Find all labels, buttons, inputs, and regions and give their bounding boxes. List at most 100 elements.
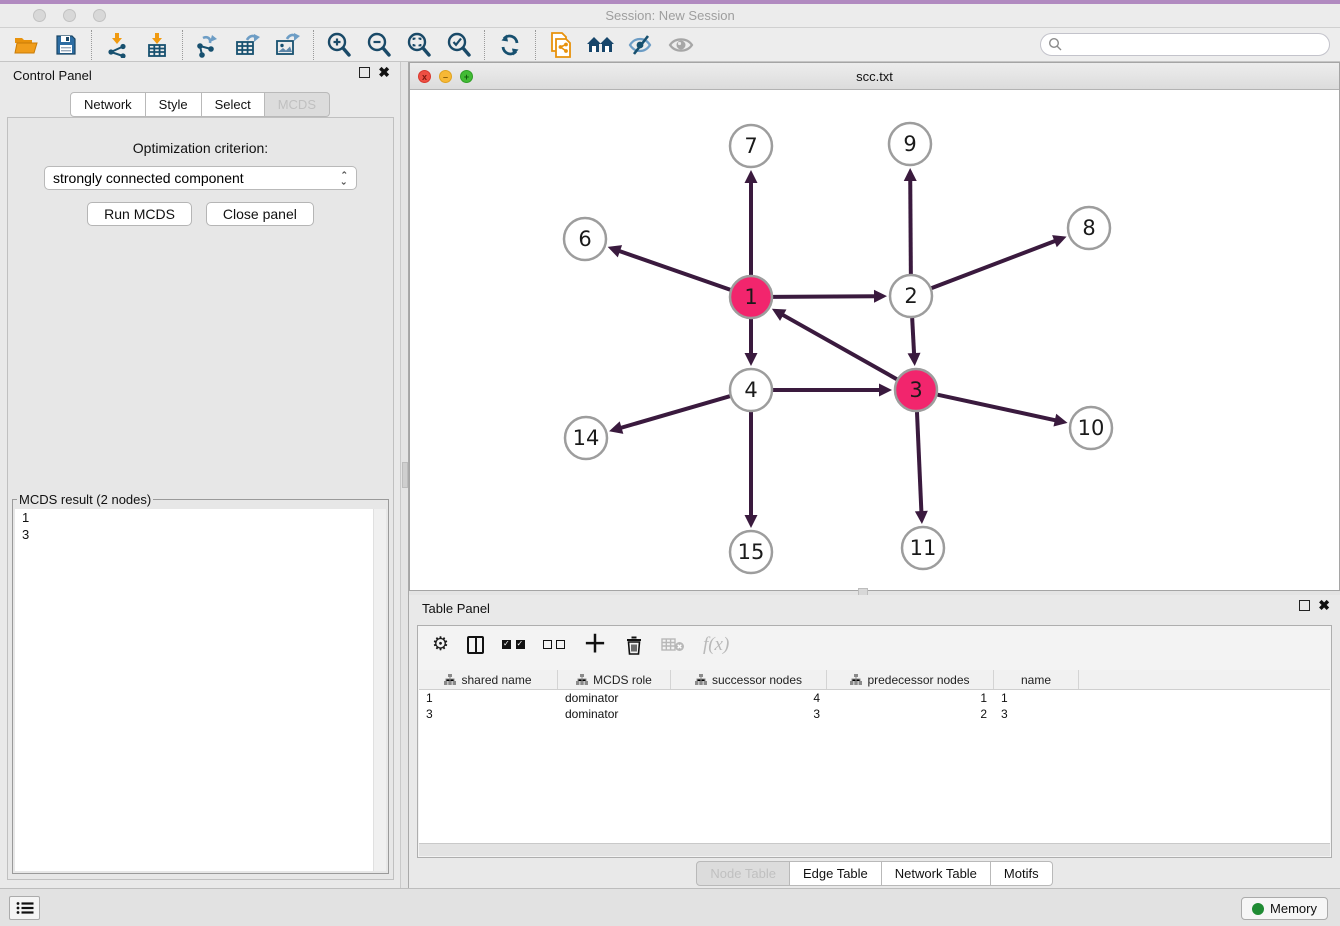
app-titlebar: Session: New Session: [0, 4, 1340, 28]
select-all-icon[interactable]: [502, 636, 524, 654]
graph-node-label: 2: [904, 284, 917, 308]
cell-name[interactable]: 3: [994, 706, 1079, 722]
column-header-successor-nodes[interactable]: successor nodes: [671, 670, 827, 689]
zoom-fit-icon[interactable]: [399, 30, 439, 60]
vertical-splitter-handle[interactable]: [402, 462, 408, 488]
import-network-icon[interactable]: [97, 30, 137, 60]
graph-node-6[interactable]: 6: [564, 218, 606, 260]
apply-layout-icon[interactable]: [490, 30, 530, 60]
import-table-icon[interactable]: [137, 30, 177, 60]
tab-mcds[interactable]: MCDS: [265, 92, 330, 117]
table-row[interactable]: 1 dominator 4 1 1: [419, 690, 1330, 706]
cell-mcds-role[interactable]: dominator: [558, 690, 671, 706]
float-table-panel-icon[interactable]: [1299, 600, 1310, 611]
table-horizontal-scrollbar[interactable]: [419, 843, 1330, 856]
column-header-mcds-role[interactable]: MCDS role: [558, 670, 671, 689]
memory-button[interactable]: Memory: [1241, 897, 1328, 920]
network-window-titlebar[interactable]: x – + scc.txt: [410, 63, 1339, 90]
cell-predecessor-nodes[interactable]: 2: [827, 706, 994, 722]
graph-edge-3-11[interactable]: [917, 412, 922, 514]
graph-node-2[interactable]: 2: [890, 275, 932, 317]
graph-node-label: 9: [903, 132, 916, 156]
search-box[interactable]: [1040, 33, 1330, 56]
graph-edge-2-3[interactable]: [912, 318, 914, 356]
tab-style[interactable]: Style: [146, 92, 202, 117]
table-settings-gear-icon[interactable]: ⚙: [432, 635, 449, 655]
delete-column-trash-icon[interactable]: [625, 635, 643, 655]
cell-successor-nodes[interactable]: 3: [671, 706, 827, 722]
zoom-out-icon[interactable]: [359, 30, 399, 60]
duplicate-network-icon[interactable]: [541, 30, 581, 60]
table-panel: Table Panel ✖ ⚙ ＋ f(x) shared name: [409, 595, 1340, 886]
export-table-icon[interactable]: [228, 30, 268, 60]
graph-edge-1-6[interactable]: [617, 250, 730, 290]
column-header-predecessor-nodes[interactable]: predecessor nodes: [827, 670, 994, 689]
delete-table-icon: [661, 637, 685, 653]
tab-select[interactable]: Select: [202, 92, 265, 117]
save-session-icon[interactable]: [46, 30, 86, 60]
close-panel-button[interactable]: Close panel: [206, 202, 314, 226]
graph-node-label: 4: [744, 378, 757, 402]
tab-motifs[interactable]: Motifs: [991, 861, 1053, 886]
add-column-icon[interactable]: ＋: [583, 635, 607, 655]
graph-edge-2-8[interactable]: [932, 240, 1058, 288]
cell-shared-name[interactable]: 3: [419, 706, 558, 722]
tab-network[interactable]: Network: [70, 92, 146, 117]
tab-edge-table[interactable]: Edge Table: [790, 861, 882, 886]
result-scrollbar[interactable]: [373, 509, 386, 871]
graph-node-15[interactable]: 15: [730, 531, 772, 573]
run-mcds-button[interactable]: Run MCDS: [87, 202, 192, 226]
graph-node-label: 1: [744, 285, 757, 309]
zoom-in-icon[interactable]: [319, 30, 359, 60]
open-folder-icon[interactable]: [6, 30, 46, 60]
mcds-result-item: 3: [15, 526, 386, 543]
cell-predecessor-nodes[interactable]: 1: [827, 690, 994, 706]
column-header-shared-name[interactable]: shared name: [419, 670, 558, 689]
export-network-icon[interactable]: [188, 30, 228, 60]
graph-node-14[interactable]: 14: [565, 417, 607, 459]
search-input[interactable]: [1063, 34, 1329, 55]
search-icon: [1048, 37, 1063, 52]
graph-node-3[interactable]: 3: [895, 369, 937, 411]
graph-edge-arrowhead: [904, 168, 917, 181]
graph-node-1[interactable]: 1: [730, 276, 772, 318]
table-tabs: Node Table Edge Table Network Table Moti…: [409, 861, 1340, 886]
tab-node-table[interactable]: Node Table: [696, 861, 790, 886]
deselect-all-icon[interactable]: [543, 636, 565, 654]
graph-edge-4-14[interactable]: [619, 396, 730, 428]
graph-node-7[interactable]: 7: [730, 125, 772, 167]
graph-node-4[interactable]: 4: [730, 369, 772, 411]
show-columns-icon[interactable]: [467, 636, 484, 654]
graph-node-11[interactable]: 11: [902, 527, 944, 569]
vertical-splitter[interactable]: [400, 62, 409, 888]
zoom-selected-icon[interactable]: [439, 30, 479, 60]
graph-edge-3-1[interactable]: [781, 314, 897, 380]
export-image-icon[interactable]: [268, 30, 308, 60]
graph-node-10[interactable]: 10: [1070, 407, 1112, 449]
tab-network-table[interactable]: Network Table: [882, 861, 991, 886]
close-panel-icon[interactable]: ✖: [378, 67, 390, 78]
graph-node-9[interactable]: 9: [889, 123, 931, 165]
graph-edge-3-10[interactable]: [937, 395, 1057, 421]
cell-name[interactable]: 1: [994, 690, 1079, 706]
float-panel-icon[interactable]: [359, 67, 370, 78]
criterion-dropdown[interactable]: strongly connected component ⌃⌃: [44, 166, 357, 190]
graph-edge-2-9[interactable]: [910, 178, 911, 274]
mcds-result-list: 1 3: [15, 509, 386, 871]
task-history-button[interactable]: [9, 896, 40, 920]
cell-successor-nodes[interactable]: 4: [671, 690, 827, 706]
column-header-name[interactable]: name: [994, 670, 1079, 689]
network-canvas[interactable]: 7 9 6 8 1 2 4 3 14 10 15 11: [410, 90, 1339, 590]
cell-mcds-role[interactable]: dominator: [558, 706, 671, 722]
cell-shared-name[interactable]: 1: [419, 690, 558, 706]
show-style-icon[interactable]: [621, 30, 661, 60]
graph-node-label: 11: [910, 536, 937, 560]
graph-node-8[interactable]: 8: [1068, 207, 1110, 249]
close-table-panel-icon[interactable]: ✖: [1318, 600, 1330, 611]
control-panel-header: Control Panel ✖: [0, 62, 400, 88]
table-row[interactable]: 3 dominator 3 2 3: [419, 706, 1330, 722]
first-neighbors-icon[interactable]: [581, 30, 621, 60]
graph-edge-arrowhead: [1053, 414, 1067, 427]
network-graph[interactable]: 7 9 6 8 1 2 4 3 14 10 15 11: [410, 90, 1339, 590]
graph-edge-1-2[interactable]: [773, 296, 877, 297]
